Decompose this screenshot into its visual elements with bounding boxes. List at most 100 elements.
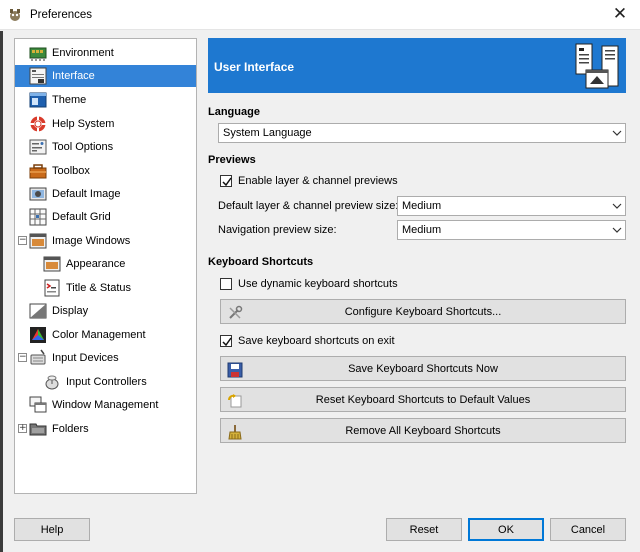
- language-section-heading: Language: [208, 106, 260, 118]
- tree-item-label: Image Windows: [52, 235, 131, 247]
- language-select-value: System Language: [223, 127, 312, 139]
- broom-icon: [228, 425, 242, 440]
- tree-item-label: Toolbox: [52, 165, 90, 177]
- help-button-label: Help: [40, 523, 64, 536]
- tree-item-toolbox[interactable]: Toolbox: [29, 160, 195, 182]
- checkbox-box: [220, 175, 232, 187]
- default-grid-icon: [29, 208, 47, 226]
- dynamic-shortcuts-label: Use dynamic keyboard shortcuts: [238, 278, 398, 290]
- cancel-button-label: Cancel: [570, 523, 606, 536]
- checkmark-icon: [222, 337, 232, 347]
- image-windows-icon: [29, 233, 47, 249]
- title-status-icon: [44, 279, 60, 297]
- preview-size-select[interactable]: Medium: [397, 196, 626, 216]
- cancel-button[interactable]: Cancel: [550, 518, 626, 541]
- configure-shortcuts-button[interactable]: Configure Keyboard Shortcuts...: [220, 299, 626, 324]
- tree-item-theme[interactable]: Theme: [29, 89, 195, 111]
- interface-icon: [29, 67, 47, 85]
- help-system-icon: [30, 116, 46, 132]
- tree-item-appearance[interactable]: Appearance: [43, 253, 195, 275]
- tree-item-help-system[interactable]: Help System: [29, 113, 195, 135]
- tree-item-label: Environment: [52, 47, 114, 59]
- interface-large-icon: [575, 43, 619, 89]
- tree-item-environment[interactable]: Environment: [29, 42, 195, 64]
- tree-item-label: Tool Options: [52, 141, 114, 153]
- remove-all-shortcuts-label: Remove All Keyboard Shortcuts: [345, 424, 501, 437]
- display-icon: [29, 303, 47, 319]
- tree-item-default-image[interactable]: Default Image: [29, 183, 195, 205]
- navigation-size-value: Medium: [402, 224, 442, 236]
- tree-item-input-controllers[interactable]: Input Controllers: [43, 371, 195, 393]
- language-select[interactable]: System Language: [218, 123, 626, 143]
- tree-item-default-grid[interactable]: Default Grid: [29, 206, 195, 228]
- tool-options-icon: [29, 139, 47, 155]
- default-image-icon: [29, 187, 47, 201]
- tree-item-color-management[interactable]: Color Management: [29, 324, 195, 346]
- folders-icon: [29, 423, 47, 436]
- chevron-down-icon: [612, 227, 622, 233]
- save-shortcuts-now-button[interactable]: Save Keyboard Shortcuts Now: [220, 356, 626, 381]
- checkmark-icon: [222, 177, 232, 187]
- configure-shortcuts-label: Configure Keyboard Shortcuts...: [344, 305, 502, 318]
- ok-button[interactable]: OK: [468, 518, 544, 541]
- preview-size-value: Medium: [402, 200, 442, 212]
- tree-item-label: Help System: [52, 118, 115, 130]
- color-management-icon: [30, 327, 46, 343]
- appearance-icon: [43, 256, 61, 272]
- reset-button-label: Reset: [409, 523, 439, 536]
- navigation-size-select[interactable]: Medium: [397, 220, 626, 240]
- expand-folders-toggle[interactable]: +: [18, 424, 27, 433]
- close-icon[interactable]: ✕: [610, 4, 630, 24]
- window-management-icon: [29, 396, 47, 413]
- keyboard-shortcuts-section-heading: Keyboard Shortcuts: [208, 256, 314, 268]
- dynamic-shortcuts-checkbox[interactable]: Use dynamic keyboard shortcuts: [220, 278, 398, 290]
- window-title: Preferences: [30, 9, 93, 21]
- remove-all-shortcuts-button[interactable]: Remove All Keyboard Shortcuts: [220, 418, 626, 443]
- reset-shortcuts-button[interactable]: Reset Keyboard Shortcuts to Default Valu…: [220, 387, 626, 412]
- tree-item-interface[interactable]: Interface: [15, 65, 196, 87]
- tree-item-display[interactable]: Display: [29, 300, 195, 322]
- tree-item-input-devices[interactable]: Input Devices: [29, 347, 195, 369]
- tree-item-label: Appearance: [66, 258, 126, 270]
- tree-item-label: Default Image: [52, 188, 121, 200]
- reset-icon: [228, 394, 242, 408]
- toolbox-icon: [29, 164, 47, 179]
- page-header-banner: User Interface: [208, 38, 626, 93]
- chevron-down-icon: [612, 130, 622, 136]
- environment-icon: [29, 47, 47, 61]
- tree-item-label: Input Controllers: [66, 376, 147, 388]
- preview-size-label: Default layer & channel preview size:: [218, 200, 399, 212]
- navigation-size-label: Navigation preview size:: [218, 224, 337, 236]
- chevron-down-icon: [612, 203, 622, 209]
- theme-icon: [29, 92, 47, 108]
- enable-previews-label: Enable layer & channel previews: [238, 175, 398, 187]
- previews-section-heading: Previews: [208, 154, 256, 166]
- tree-item-label: Theme: [52, 94, 87, 106]
- tree-item-tool-options[interactable]: Tool Options: [29, 136, 195, 158]
- page-title: User Interface: [214, 60, 295, 74]
- tree-item-window-management[interactable]: Window Management: [29, 394, 195, 416]
- collapse-image-windows-toggle[interactable]: −: [18, 236, 27, 245]
- reset-shortcuts-label: Reset Keyboard Shortcuts to Default Valu…: [315, 393, 531, 406]
- help-button[interactable]: Help: [14, 518, 90, 541]
- ok-button-label: OK: [498, 523, 514, 536]
- tree-item-label: Folders: [52, 423, 89, 435]
- preferences-category-tree: Environment Interface Theme Help System: [14, 38, 197, 494]
- floppy-disk-icon: [227, 362, 243, 378]
- tree-item-label: Title & Status: [66, 282, 132, 294]
- title-bar: Preferences ✕: [0, 0, 640, 30]
- tree-item-label: Default Grid: [52, 211, 111, 223]
- tree-item-label: Color Management: [52, 329, 146, 341]
- enable-previews-checkbox[interactable]: Enable layer & channel previews: [220, 175, 398, 187]
- reset-button[interactable]: Reset: [386, 518, 462, 541]
- save-on-exit-checkbox[interactable]: Save keyboard shortcuts on exit: [220, 335, 395, 347]
- tree-item-label: Interface: [52, 70, 95, 82]
- tree-item-label: Display: [52, 305, 89, 317]
- collapse-input-devices-toggle[interactable]: −: [18, 353, 27, 362]
- tree-item-image-windows[interactable]: Image Windows: [29, 230, 195, 252]
- tree-item-label: Window Management: [52, 399, 159, 411]
- save-shortcuts-now-label: Save Keyboard Shortcuts Now: [348, 362, 498, 375]
- window-left-edge: [0, 31, 3, 552]
- tree-item-title-status[interactable]: Title & Status: [43, 277, 195, 299]
- tree-item-folders[interactable]: Folders: [29, 418, 195, 440]
